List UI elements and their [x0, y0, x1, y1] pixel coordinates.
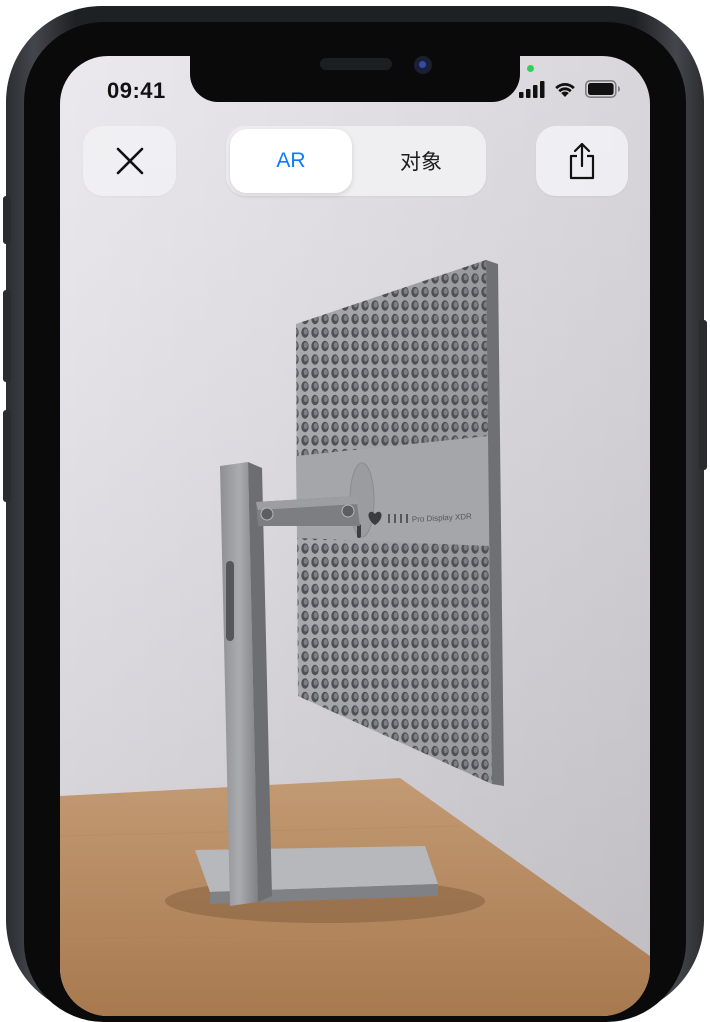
share-icon — [569, 142, 595, 180]
battery-icon — [585, 80, 620, 98]
earpiece-speaker — [320, 58, 392, 70]
power-button — [699, 320, 707, 470]
ar-scene: Pro Display XDR — [60, 56, 650, 1016]
cellular-signal-icon — [519, 80, 545, 98]
privacy-indicator-dot — [527, 65, 534, 72]
segment-object[interactable]: 对象 — [360, 129, 482, 193]
mode-segmented-control: AR 对象 — [226, 126, 486, 196]
segment-ar[interactable]: AR — [230, 129, 352, 193]
volume-down-button — [3, 410, 11, 502]
ar-viewport[interactable]: Pro Display XDR — [60, 56, 650, 1016]
status-icons — [519, 80, 621, 98]
volume-up-button — [3, 290, 11, 382]
close-button[interactable] — [83, 126, 176, 196]
status-time: 09:41 — [107, 78, 166, 103]
front-camera — [414, 56, 432, 74]
action-button — [3, 196, 11, 244]
close-icon — [116, 147, 143, 175]
wifi-icon — [555, 83, 575, 97]
share-button[interactable] — [536, 126, 628, 196]
